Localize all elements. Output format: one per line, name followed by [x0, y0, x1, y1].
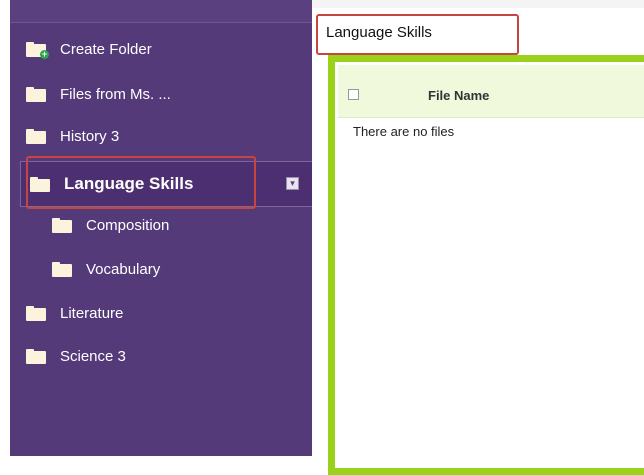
folder-icon	[26, 128, 46, 144]
sidebar-item-label: Science 3	[60, 347, 126, 365]
highlight-box-breadcrumb	[316, 14, 519, 55]
create-folder-label: Create Folder	[60, 40, 152, 58]
folder-icon	[26, 348, 46, 364]
file-table-header	[338, 65, 644, 118]
sidebar-item-label: Composition	[86, 216, 170, 234]
folder-icon	[52, 261, 72, 277]
file-list-panel	[328, 55, 644, 475]
create-folder-button[interactable]: + Create Folder	[26, 34, 152, 64]
sidebar-item-label: Files from Ms. ...	[60, 85, 171, 103]
sidebar-item-history-3[interactable]: History 3	[26, 121, 119, 151]
sidebar-item-label: Vocabulary	[86, 260, 161, 278]
left-edge	[0, 0, 10, 456]
folder-icon	[52, 217, 72, 233]
sidebar-item-science-3[interactable]: Science 3	[26, 341, 126, 371]
create-folder-icon: +	[26, 41, 49, 59]
sidebar-item-composition[interactable]: Composition	[52, 210, 169, 240]
sidebar-item-vocabulary[interactable]: Vocabulary	[52, 254, 160, 284]
select-all-checkbox[interactable]	[348, 89, 359, 100]
sidebar-item-files-from-ms[interactable]: Files from Ms. ...	[26, 79, 171, 109]
empty-state-message: There are no files	[353, 124, 455, 139]
folder-icon	[26, 86, 46, 102]
sidebar-item-literature[interactable]: Literature	[26, 298, 123, 328]
folder-options-dropdown[interactable]: ▾	[286, 177, 299, 190]
sidebar-top-bar	[10, 0, 312, 23]
highlight-box-sidebar	[26, 156, 256, 209]
top-strip	[312, 0, 644, 8]
folder-icon	[26, 305, 46, 321]
sidebar-item-label: Literature	[60, 304, 124, 322]
sidebar-item-label: History 3	[60, 127, 120, 145]
folder-sidebar: + Create Folder Files from Ms. ... Histo…	[10, 0, 315, 456]
column-header-file-name[interactable]: File Name	[428, 88, 489, 103]
file-browser-main: Language Skills File Name There are no f…	[312, 0, 644, 475]
